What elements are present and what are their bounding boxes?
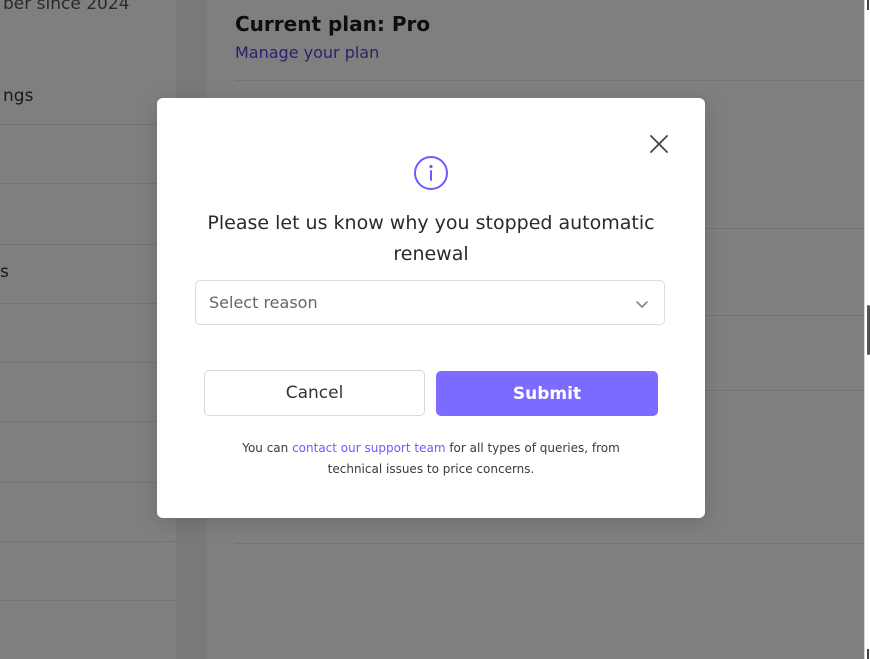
- close-icon[interactable]: [647, 132, 671, 156]
- chevron-down-icon: [634, 296, 650, 312]
- cancel-renewal-dialog: Please let us know why you stopped autom…: [157, 98, 705, 518]
- reason-select[interactable]: Select reason: [195, 280, 665, 325]
- submit-button[interactable]: Submit: [436, 371, 658, 416]
- info-icon: [413, 155, 449, 191]
- contact-support-link[interactable]: contact our support team: [292, 441, 445, 455]
- dialog-title: Please let us know why you stopped autom…: [207, 212, 655, 265]
- help-text-prefix: You can: [242, 441, 293, 455]
- support-help-text: You can contact our support team for all…: [217, 438, 645, 480]
- scroll-up-arrow[interactable]: [867, 0, 869, 10]
- scroll-down-arrow[interactable]: [867, 649, 869, 659]
- reason-select-placeholder: Select reason: [209, 293, 318, 312]
- cancel-button[interactable]: Cancel: [204, 370, 425, 416]
